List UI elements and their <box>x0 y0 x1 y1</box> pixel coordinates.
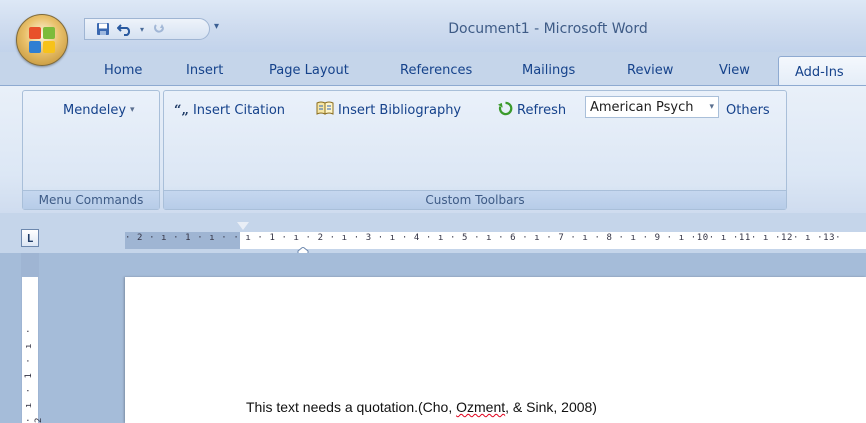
group-label-custom-toolbars: Custom Toolbars <box>164 190 786 209</box>
others-button[interactable]: Others <box>726 99 770 121</box>
tab-page-layout[interactable]: Page Layout <box>269 63 349 78</box>
tab-selector-button[interactable]: L <box>21 229 39 247</box>
insert-bibliography-label: Insert Bibliography <box>338 102 462 118</box>
book-icon <box>316 101 334 119</box>
ribbon: Mendeley ▾ Menu Commands “„ Insert Citat… <box>0 85 866 213</box>
vertical-ruler-margin <box>22 253 38 277</box>
spellcheck-flagged-word[interactable]: Ozment <box>456 399 505 415</box>
citation-style-dropdown[interactable]: American Psych ▾ <box>585 96 719 118</box>
tab-references[interactable]: References <box>400 63 472 78</box>
vertical-ruler-ticks: · ı · 1 · ı · 2 <box>24 326 44 423</box>
tab-insert[interactable]: Insert <box>186 63 223 78</box>
document-page[interactable]: This text needs a quotation.(Cho, Ozment… <box>125 277 866 423</box>
horizontal-ruler[interactable]: · 2 · ı · 1 · ı · · ı · 1 · ı · 2 · ı · … <box>125 232 866 249</box>
refresh-button[interactable]: Refresh <box>498 99 566 121</box>
refresh-icon <box>498 101 513 120</box>
vertical-ruler[interactable]: · ı · 1 · ı · 2 <box>21 253 44 423</box>
others-label: Others <box>726 102 770 118</box>
tab-view[interactable]: View <box>719 63 750 78</box>
office-logo-icon <box>29 27 57 55</box>
ribbon-tabs: Home Insert Page Layout References Maili… <box>0 52 866 87</box>
mendeley-menu-button[interactable]: Mendeley ▾ <box>63 99 135 121</box>
first-line-indent-marker[interactable] <box>237 222 249 230</box>
tab-mailings[interactable]: Mailings <box>522 63 575 78</box>
window-title: Document1 - Microsoft Word <box>448 21 648 37</box>
group-label-menu-commands: Menu Commands <box>23 190 159 209</box>
tab-review[interactable]: Review <box>627 63 673 78</box>
office-button[interactable] <box>16 14 68 66</box>
paragraph-text-end: , & Sink, 2008) <box>505 399 597 415</box>
quote-icon: “„ <box>174 102 189 118</box>
chevron-down-icon: ▾ <box>130 105 135 115</box>
title-bar: ▾ ▾ Document1 - Microsoft Word <box>0 0 866 52</box>
insert-bibliography-button[interactable]: Insert Bibliography <box>316 99 461 121</box>
insert-citation-label: Insert Citation <box>192 102 286 118</box>
refresh-label: Refresh <box>517 102 567 118</box>
group-menu-commands: Mendeley ▾ Menu Commands <box>22 90 160 210</box>
tab-add-ins[interactable]: Add-Ins <box>778 56 866 87</box>
paragraph-text: This text needs a quotation.(Cho, <box>246 399 457 415</box>
citation-style-value: American Psych <box>590 99 694 115</box>
insert-citation-button[interactable]: “„ Insert Citation <box>174 99 285 121</box>
tab-home[interactable]: Home <box>104 63 142 78</box>
ruler-ticks: · 2 · ı · 1 · ı · · ı · 1 · ı · 2 · ı · … <box>125 233 842 243</box>
document-paragraph[interactable]: This text needs a quotation.(Cho, Ozment… <box>246 399 597 415</box>
chevron-down-icon: ▾ <box>709 102 714 112</box>
mendeley-label: Mendeley <box>63 102 127 118</box>
